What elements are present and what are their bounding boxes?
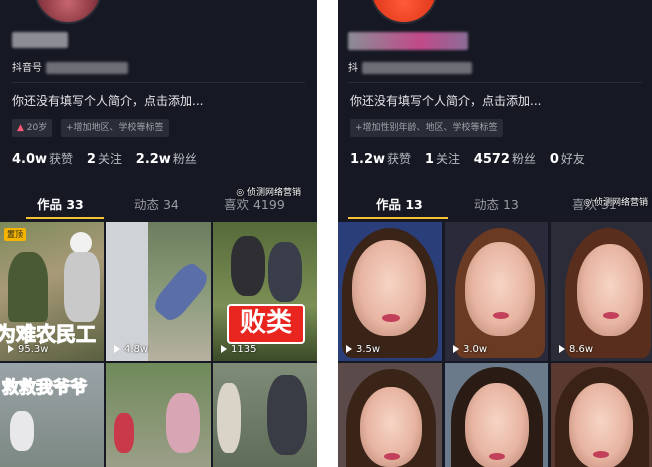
username-redacted: [348, 32, 468, 50]
douyin-id-prefix: 抖: [348, 63, 358, 74]
watermark: ◎ 侦测网络营销: [583, 198, 648, 208]
play-icon: [346, 345, 352, 353]
play-icon: [453, 345, 459, 353]
thumbnail-figure: [268, 242, 302, 302]
view-count: 3.0w: [453, 344, 487, 355]
thumbnail-figure: [8, 252, 48, 322]
thumbnail-figure: [384, 453, 400, 460]
thumbnail-figure: [382, 314, 400, 322]
thumbnail-figure: [166, 393, 200, 453]
douyin-id-redacted: [46, 62, 128, 74]
age-tag[interactable]: ▲ 20岁: [12, 119, 53, 137]
friends-stat[interactable]: 0 好友: [550, 150, 585, 167]
video-thumbnail[interactable]: 败类 1135: [213, 222, 317, 361]
stats-row: 4.0w 获赞 2 关注 2.2w 粉丝: [12, 150, 207, 167]
view-count: 95.3w: [8, 344, 48, 355]
douyin-id: 抖音号: [12, 62, 42, 76]
video-overlay-text: 败类: [227, 304, 305, 344]
thumbnail-figure: [10, 411, 34, 451]
watermark: ◎ 侦测网络营销: [236, 188, 301, 198]
followers-stat[interactable]: 4572 粉丝: [474, 150, 536, 167]
tab-activity[interactable]: 动态 34: [134, 194, 179, 213]
thumbnail-figure: [70, 232, 92, 254]
video-thumbnail[interactable]: 4.8w: [106, 222, 211, 361]
video-thumbnail[interactable]: 3.0w: [445, 222, 548, 361]
thumbnail-figure: [493, 312, 509, 319]
followers-stat[interactable]: 2.2w 粉丝: [136, 150, 197, 167]
thumbnail-figure: [603, 312, 619, 319]
view-count: 3.5w: [346, 344, 380, 355]
add-tag-button[interactable]: +增加地区、学校等标签: [61, 119, 169, 137]
avatar[interactable]: [34, 0, 102, 24]
video-thumbnail[interactable]: 3.5w: [338, 222, 442, 361]
username-redacted: [12, 32, 68, 48]
bio-text[interactable]: 你还没有填写个人简介，点击添加...: [350, 92, 541, 109]
douyin-id: 抖: [348, 62, 358, 76]
view-count: 1135: [221, 344, 256, 355]
video-overlay-text: 为难农民工: [0, 322, 97, 347]
video-thumbnail[interactable]: 8.6w: [551, 222, 652, 361]
divider: [348, 82, 642, 83]
view-count: 8.6w: [559, 344, 593, 355]
stats-row: 1.2w 获赞 1 关注 4572 粉丝 0 好友: [350, 150, 595, 167]
thumbnail-figure: [267, 375, 307, 455]
active-tab-indicator: [348, 217, 448, 219]
video-thumbnail[interactable]: [338, 363, 442, 467]
play-icon: [559, 345, 565, 353]
view-count: 4.8w: [114, 344, 148, 355]
play-icon: [221, 345, 227, 353]
following-stat[interactable]: 2 关注: [87, 150, 122, 167]
video-thumbnail[interactable]: 置顶 为难农民工 95.3w: [0, 222, 104, 361]
tab-works[interactable]: 作品 33: [37, 194, 84, 213]
profile-panel-left: 抖音号 你还没有填写个人简介，点击添加... ▲ 20岁 +增加地区、学校等标签…: [0, 0, 317, 467]
video-thumbnail[interactable]: [551, 363, 652, 467]
thumbnail-figure: [217, 383, 241, 453]
play-icon: [8, 345, 14, 353]
thumbnail-figure: [150, 259, 211, 325]
douyin-id-prefix: 抖音号: [12, 63, 42, 74]
thumbnail-figure: [231, 236, 265, 296]
video-thumbnail[interactable]: [445, 363, 548, 467]
likes-stat[interactable]: 4.0w 获赞: [12, 150, 73, 167]
video-overlay-text: 救救我爷爷: [2, 378, 88, 399]
wechat-icon: ◎: [236, 188, 245, 198]
video-thumbnail[interactable]: [106, 363, 211, 467]
add-tag-button[interactable]: +增加性别年龄、地区、学校等标签: [350, 119, 503, 137]
thumbnail-figure: [465, 242, 535, 336]
play-icon: [114, 345, 120, 353]
tab-works[interactable]: 作品 13: [376, 194, 423, 213]
divider: [12, 82, 305, 83]
thumbnail-figure: [577, 244, 643, 336]
active-tab-indicator: [26, 217, 104, 219]
profile-panel-right: 抖 你还没有填写个人简介，点击添加... +增加性别年龄、地区、学校等标签 1.…: [338, 0, 652, 467]
douyin-id-redacted: [362, 62, 472, 74]
video-thumbnail[interactable]: [213, 363, 317, 467]
bio-text[interactable]: 你还没有填写个人简介，点击添加...: [12, 92, 203, 109]
thumbnail-figure: [593, 451, 609, 458]
thumbnail-figure: [114, 413, 134, 453]
following-stat[interactable]: 1 关注: [425, 150, 460, 167]
person-icon: ▲: [17, 123, 24, 133]
wechat-icon: ◎: [583, 198, 592, 208]
likes-stat[interactable]: 1.2w 获赞: [350, 150, 411, 167]
video-thumbnail[interactable]: 救救我爷爷: [0, 363, 104, 467]
avatar[interactable]: [370, 0, 438, 24]
thumbnail-figure: [64, 252, 100, 322]
pinned-badge: 置顶: [4, 228, 26, 241]
tab-activity[interactable]: 动态 13: [474, 194, 519, 213]
thumbnail-figure: [489, 453, 505, 460]
thumbnail-figure: [106, 222, 148, 361]
